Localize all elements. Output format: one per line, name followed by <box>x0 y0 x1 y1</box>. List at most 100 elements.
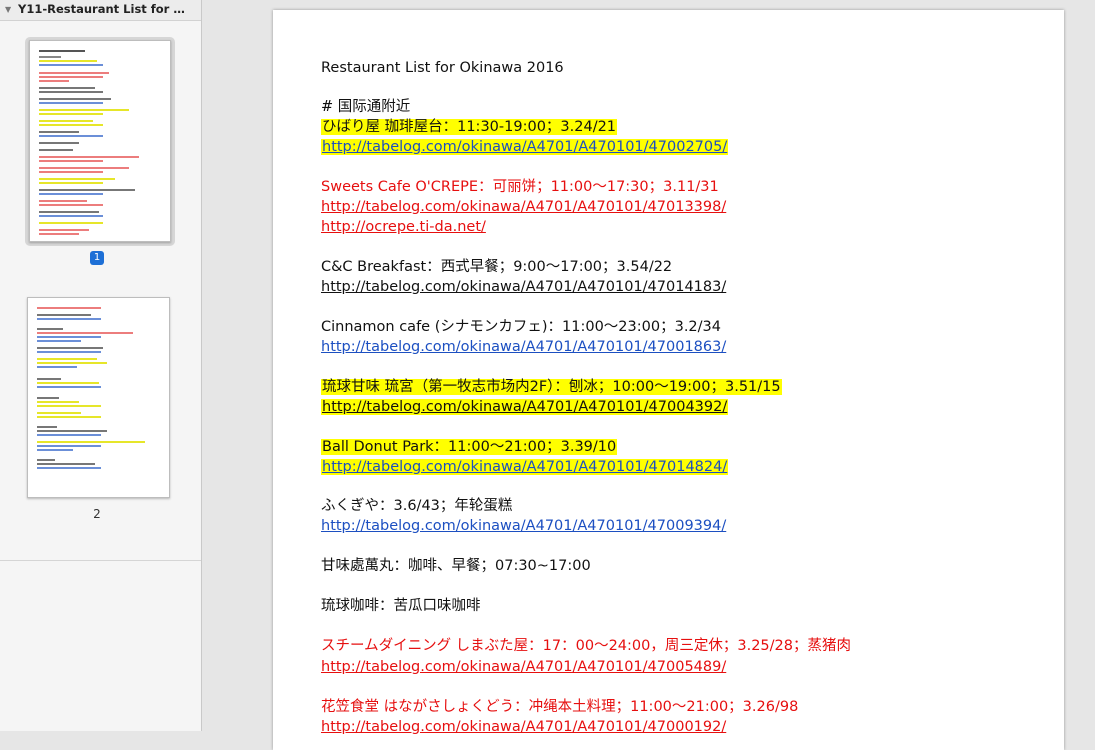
thumbnail-line <box>37 336 101 338</box>
thumbnail-line <box>39 178 115 180</box>
thumbnail-line <box>39 76 103 78</box>
thumbnail-line <box>39 167 129 169</box>
document-page: Restaurant List for Okinawa 2016 # 国际通附近… <box>273 10 1064 750</box>
entry-url[interactable]: http://tabelog.com/okinawa/A4701/A470101… <box>321 459 729 475</box>
entry-name: Cinnamon cafe (シナモンカフェ)：11:00～23:00；3.2/… <box>321 319 721 335</box>
thumbnail-line <box>37 307 101 309</box>
thumbnail-line <box>37 328 63 330</box>
thumbnail-line <box>39 135 103 137</box>
thumbnail-line <box>37 441 145 443</box>
entry-url-secondary[interactable]: http://ocrepe.ti-da.net/ <box>321 218 486 237</box>
entry-name: 琉球咖啡：苦瓜口味咖啡 <box>321 598 481 614</box>
thumbnail-line <box>37 340 81 342</box>
entry-name: ひばり屋 珈琲屋台：11:30-19:00；3.24/21 <box>321 118 618 137</box>
thumbnail-line <box>37 347 103 349</box>
thumbnail-line <box>39 64 103 66</box>
thumbnail-line <box>39 215 103 217</box>
thumbnail-line <box>39 109 129 111</box>
thumbnail-line <box>37 382 99 384</box>
thumbnail-line <box>37 445 101 447</box>
thumbnail-line <box>37 386 101 388</box>
thumbnail-line <box>39 102 103 104</box>
entry-name: 琉球甘味 琉宮（第一牧志市场内2F）：刨冰；10:00～19:00；3.51/1… <box>321 378 782 397</box>
thumbnail-line <box>39 91 103 93</box>
entry-name: Sweets Cafe O'CREPE：可丽饼；11:00～17:30；3.11… <box>321 179 719 195</box>
entry-name-text: 琉球甘味 琉宮（第一牧志市场内2F）：刨冰；10:00～19:00；3.51/1… <box>321 379 782 395</box>
entry-name: Ball Donut Park：11:00～21:00；3.39/10 <box>321 438 618 457</box>
thumbnail-line <box>39 211 99 213</box>
thumbnail-line <box>39 72 109 74</box>
entry-link[interactable]: http://tabelog.com/okinawa/A4701/A470101… <box>321 398 729 417</box>
thumbnail-line <box>37 430 107 432</box>
entry-name: 花笠食堂 はながさしょくどう：冲绳本土料理；11:00～21:00；3.26/9… <box>321 699 799 715</box>
disclosure-triangle-icon[interactable]: ▼ <box>5 0 11 19</box>
thumbnail-line <box>37 467 101 469</box>
entry-url[interactable]: http://tabelog.com/okinawa/A4701/A470101… <box>321 198 726 217</box>
entry-name: C&C Breakfast：西式早餐；9:00～17:00；3.54/22 <box>321 259 673 275</box>
thumbnail-line <box>37 405 101 407</box>
thumbnail-line <box>39 200 87 202</box>
thumbnail-line <box>39 156 139 158</box>
thumbnail-line <box>39 229 89 231</box>
thumbnail-line <box>37 314 91 316</box>
thumbnail-line <box>39 60 97 62</box>
entry-url[interactable]: http://tabelog.com/okinawa/A4701/A470101… <box>321 139 729 155</box>
entry-name: 甘味處萬丸：咖啡、早餐；07:30~17:00 <box>321 558 591 574</box>
entry-url[interactable]: http://tabelog.com/okinawa/A4701/A470101… <box>321 718 726 737</box>
thumbnail-line <box>37 401 79 403</box>
section-heading: # 国际通附近 <box>321 99 411 115</box>
thumbnail-line <box>37 449 73 451</box>
entry-url[interactable]: http://tabelog.com/okinawa/A4701/A470101… <box>321 517 726 536</box>
thumbnail-line <box>37 378 61 380</box>
thumbnail-line <box>37 366 77 368</box>
entry-url[interactable]: http://tabelog.com/okinawa/A4701/A470101… <box>321 658 726 677</box>
thumbnail-line <box>39 222 103 224</box>
thumbnail-line <box>39 56 61 58</box>
document-title: Y11-Restaurant List for Okinawa 2016 <box>18 2 194 16</box>
thumbnail-line <box>39 149 73 151</box>
thumbnail-line <box>39 124 103 126</box>
entry-name-text: Ball Donut Park：11:00～21:00；3.39/10 <box>321 439 618 455</box>
entry-link[interactable]: http://tabelog.com/okinawa/A4701/A470101… <box>321 458 729 477</box>
page-thumbnail-2[interactable] <box>27 297 170 498</box>
thumbnail-line <box>39 113 103 115</box>
thumbnail-line <box>39 80 69 82</box>
entry-url[interactable]: http://tabelog.com/okinawa/A4701/A470101… <box>321 338 726 357</box>
thumbnail-line <box>39 233 79 235</box>
entry-url[interactable]: http://tabelog.com/okinawa/A4701/A470101… <box>321 399 729 415</box>
thumbnail-line <box>39 50 85 52</box>
thumbnail-line <box>37 358 97 360</box>
thumbnail-line <box>39 160 103 162</box>
sidebar-header[interactable]: ▼ Y11-Restaurant List for Okinawa 2016 <box>0 0 201 21</box>
thumbnail-line <box>37 318 101 320</box>
thumbnail-line <box>37 463 95 465</box>
thumbnail-line <box>39 171 103 173</box>
entry-url[interactable]: http://tabelog.com/okinawa/A4701/A470101… <box>321 278 726 297</box>
thumbnail-line <box>39 189 135 191</box>
thumbnail-line <box>39 182 103 184</box>
thumbnail-line <box>39 193 103 195</box>
thumbnail-line <box>37 416 101 418</box>
sidebar-divider <box>0 560 201 561</box>
thumbnail-sidebar: ▼ Y11-Restaurant List for Okinawa 2016 <box>0 0 202 731</box>
document-title: Restaurant List for Okinawa 2016 <box>321 60 564 76</box>
thumbnail-line <box>39 131 79 133</box>
page-thumbnail-1[interactable] <box>29 40 171 242</box>
thumbnail-line <box>37 459 55 461</box>
entry-name: スチームダイニング しまぶた屋：17：00～24:00，周三定休；3.25/28… <box>321 638 851 654</box>
thumbnail-line <box>37 351 101 353</box>
thumbnail-line <box>37 412 81 414</box>
page-number-2[interactable]: 2 <box>86 507 108 521</box>
entry-link[interactable]: http://tabelog.com/okinawa/A4701/A470101… <box>321 138 729 157</box>
entry-name-text: ひばり屋 珈琲屋台：11:30-19:00；3.24/21 <box>321 119 618 135</box>
thumbnail-line <box>39 120 93 122</box>
thumbnail-line <box>39 204 103 206</box>
thumbnail-line <box>39 87 95 89</box>
thumbnail-line <box>37 426 57 428</box>
page-number-1[interactable]: 1 <box>90 251 104 265</box>
thumbnail-line <box>37 332 133 334</box>
thumbnail-line <box>39 142 79 144</box>
thumbnail-line <box>37 362 107 364</box>
thumbnail-line <box>39 98 111 100</box>
entry-name: ふくぎや：3.6/43；年轮蛋糕 <box>321 498 513 514</box>
